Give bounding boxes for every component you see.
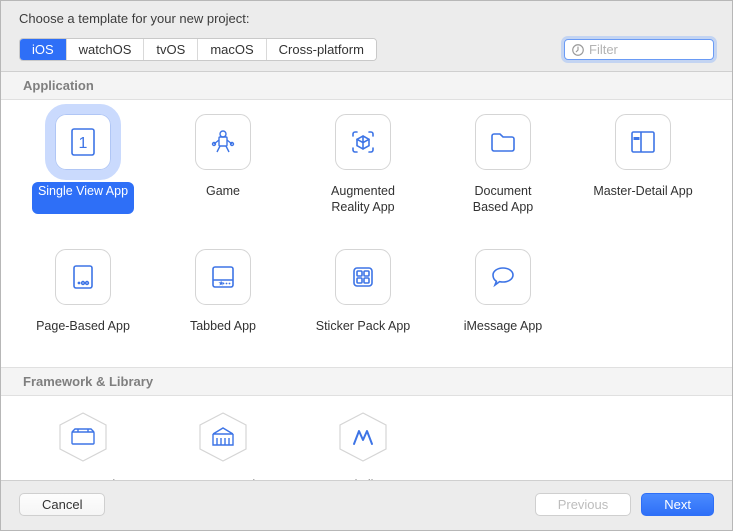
previous-button[interactable]: Previous xyxy=(535,493,632,516)
template-game[interactable]: Game xyxy=(165,114,281,217)
filter-input[interactable] xyxy=(589,42,707,57)
section-application-header: Application xyxy=(1,72,732,100)
single-view-icon: 1 xyxy=(55,114,111,170)
page-based-icon xyxy=(55,249,111,305)
platform-tabs: iOS watchOS tvOS macOS Cross-platform xyxy=(19,38,377,61)
document-icon xyxy=(475,114,531,170)
template-single-view-app[interactable]: 1 Single View App xyxy=(25,114,141,217)
template-cocoa-touch-static-library[interactable]: Cocoa TouchStatic Library xyxy=(165,410,281,481)
template-document-based-app[interactable]: DocumentBased App xyxy=(445,114,561,217)
tab-label: macOS xyxy=(210,42,253,57)
dialog-title: Choose a template for your new project: xyxy=(1,1,732,34)
tab-ios[interactable]: iOS xyxy=(20,39,67,60)
cancel-button[interactable]: Cancel xyxy=(19,493,105,516)
button-label: Cancel xyxy=(42,497,82,512)
footer: Cancel Previous Next xyxy=(1,481,732,530)
template-augmented-reality-app[interactable]: AugmentedReality App xyxy=(305,114,421,217)
master-detail-icon xyxy=(615,114,671,170)
template-label: Sticker Pack App xyxy=(310,317,417,349)
tab-macos[interactable]: macOS xyxy=(198,39,266,60)
tab-label: iOS xyxy=(32,42,54,57)
template-label: Master-Detail App xyxy=(587,182,698,214)
tab-watchos[interactable]: watchOS xyxy=(67,39,145,60)
filter-icon xyxy=(571,43,585,57)
svg-text:1: 1 xyxy=(79,135,88,152)
button-label: Previous xyxy=(558,497,609,512)
template-page-based-app[interactable]: Page-Based App xyxy=(25,249,141,349)
template-label: Game xyxy=(200,182,246,214)
framework-icon xyxy=(56,410,110,464)
template-imessage-app[interactable]: iMessage App xyxy=(445,249,561,349)
template-tabbed-app[interactable]: ★ Tabbed App xyxy=(165,249,281,349)
next-button[interactable]: Next xyxy=(641,493,714,516)
tabbed-icon: ★ xyxy=(195,249,251,305)
tab-label: watchOS xyxy=(79,42,132,57)
tab-label: Cross-platform xyxy=(279,42,364,57)
section-framework-header: Framework & Library xyxy=(1,367,732,396)
imessage-icon xyxy=(475,249,531,305)
toolbar: iOS watchOS tvOS macOS Cross-platform xyxy=(1,34,732,71)
static-library-icon xyxy=(196,410,250,464)
template-master-detail-app[interactable]: Master-Detail App xyxy=(585,114,701,217)
template-metal-library[interactable]: Metal Library xyxy=(305,410,421,481)
tab-cross-platform[interactable]: Cross-platform xyxy=(267,39,376,60)
filter-field[interactable] xyxy=(564,39,714,60)
template-label: Tabbed App xyxy=(184,317,262,349)
button-label: Next xyxy=(664,497,691,512)
metal-icon xyxy=(336,410,390,464)
content-area: Application 1 Single View App Game Augme… xyxy=(1,71,732,481)
game-icon xyxy=(195,114,251,170)
sticker-icon xyxy=(335,249,391,305)
arkit-icon xyxy=(335,114,391,170)
template-label: Page-Based App xyxy=(30,317,136,349)
template-cocoa-touch-framework[interactable]: Cocoa TouchFramework xyxy=(25,410,141,481)
application-templates: 1 Single View App Game AugmentedReality … xyxy=(1,100,732,367)
new-project-template-chooser: Choose a template for your new project: … xyxy=(0,0,733,531)
template-label: iMessage App xyxy=(458,317,549,349)
tab-tvos[interactable]: tvOS xyxy=(144,39,198,60)
template-label: AugmentedReality App xyxy=(325,182,401,217)
template-label: Single View App xyxy=(32,182,134,214)
tab-label: tvOS xyxy=(156,42,185,57)
template-sticker-pack-app[interactable]: Sticker Pack App xyxy=(305,249,421,349)
template-label: DocumentBased App xyxy=(467,182,539,217)
framework-templates: Cocoa TouchFramework Cocoa TouchStatic L… xyxy=(1,396,732,481)
